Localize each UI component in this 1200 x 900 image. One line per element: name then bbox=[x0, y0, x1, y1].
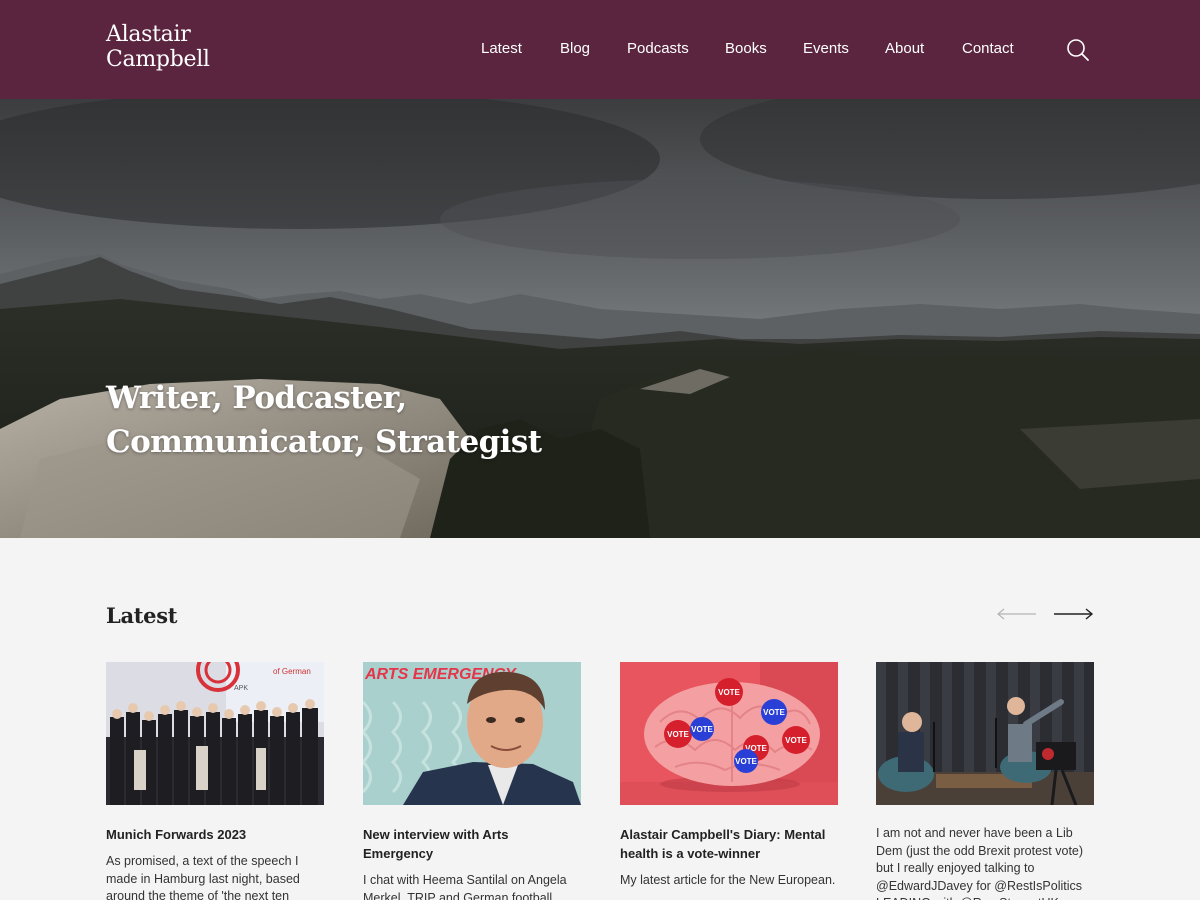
nav-books[interactable]: Books bbox=[725, 39, 767, 59]
hero-landscape-image bbox=[0, 99, 1200, 538]
card-title[interactable]: Alastair Campbell's Diary: Mental health… bbox=[620, 825, 838, 863]
nav-podcasts[interactable]: Podcasts bbox=[627, 39, 689, 59]
hero-title-line-1: Writer, Podcaster, bbox=[106, 380, 407, 416]
card-title[interactable]: New interview with Arts Emergency bbox=[363, 825, 581, 863]
latest-heading: Latest bbox=[106, 603, 178, 628]
vote-badge-1: VOTE bbox=[718, 688, 740, 697]
card-excerpt: I am not and never have been a Lib Dem (… bbox=[876, 826, 1084, 900]
latest-card-2[interactable]: ARTS EMERGENCY New interview with Arts E… bbox=[363, 662, 581, 900]
card-image-brain-vote[interactable]: VOTE VOTE VOTE VOTE VOTE VOTE VOTE bbox=[620, 662, 838, 805]
card-image-podcast-studio[interactable] bbox=[876, 662, 1094, 805]
banner-text-apk: APK bbox=[234, 685, 248, 692]
latest-card-4[interactable]: I am not and never have been a Lib Dem (… bbox=[876, 662, 1094, 900]
card-excerpt: My latest article for the New European. bbox=[620, 873, 836, 887]
vote-badge-6: VOTE bbox=[785, 736, 807, 745]
carousel-prev-arrow-icon[interactable] bbox=[996, 604, 1038, 624]
nav-contact[interactable]: Contact bbox=[962, 39, 1014, 59]
search-icon[interactable] bbox=[1066, 38, 1090, 62]
card-excerpt: I chat with Heema Santilal on Angela Mer… bbox=[363, 873, 567, 900]
nav-about[interactable]: About bbox=[885, 39, 924, 59]
hero-banner: Writer, Podcaster, Communicator, Strateg… bbox=[0, 99, 1200, 538]
banner-text-german: of German bbox=[273, 667, 311, 676]
latest-card-1[interactable]: of German APK Munich Forwards 2023 As pr… bbox=[106, 662, 324, 900]
card-image-group-photo[interactable]: of German APK bbox=[106, 662, 324, 805]
nav-events[interactable]: Events bbox=[803, 39, 849, 59]
vote-badge-7: VOTE bbox=[735, 757, 757, 766]
nav-blog[interactable]: Blog bbox=[560, 39, 590, 59]
hero-title-line-2: Communicator, Strategist bbox=[106, 424, 542, 460]
card-image-portrait[interactable]: ARTS EMERGENCY bbox=[363, 662, 581, 805]
latest-card-3[interactable]: VOTE VOTE VOTE VOTE VOTE VOTE VOTE Alast… bbox=[620, 662, 838, 890]
vote-badge-4: VOTE bbox=[691, 725, 713, 734]
vote-badge-3: VOTE bbox=[667, 730, 689, 739]
vote-badge-2: VOTE bbox=[763, 708, 785, 717]
main-nav: Latest Blog Podcasts Books Events About … bbox=[0, 39, 1200, 61]
carousel-next-arrow-icon[interactable] bbox=[1052, 604, 1094, 624]
hero-title: Writer, Podcaster, Communicator, Strateg… bbox=[106, 376, 542, 464]
nav-latest[interactable]: Latest bbox=[481, 39, 522, 59]
card-title[interactable]: Munich Forwards 2023 bbox=[106, 825, 324, 844]
card-excerpt: As promised, a text of the speech I made… bbox=[106, 854, 300, 900]
site-header: Alastair Campbell Latest Blog Podcasts B… bbox=[0, 0, 1200, 99]
